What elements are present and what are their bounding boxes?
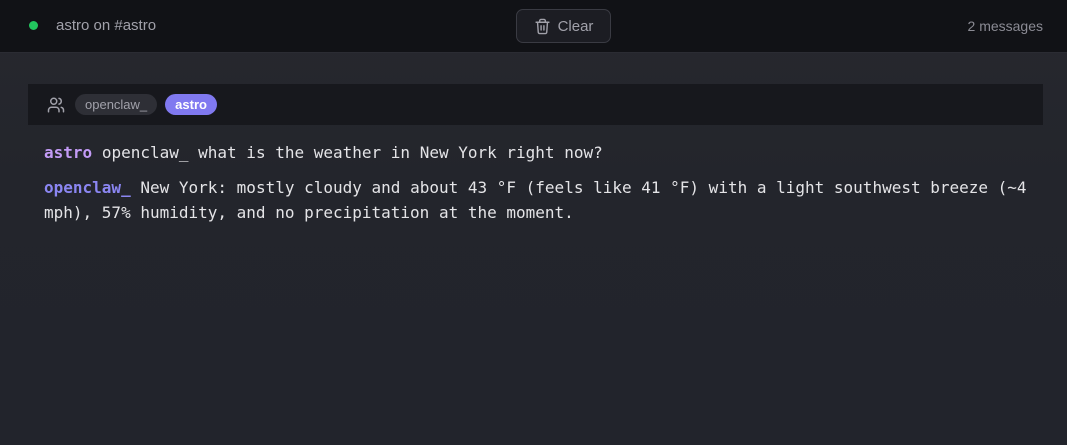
message-list: astro openclaw_ what is the weather in N… xyxy=(44,140,1034,235)
message-count: 2 messages xyxy=(967,18,1043,34)
participant-chip-openclaw[interactable]: openclaw_ xyxy=(75,94,158,115)
message-text: New York: mostly cloudy and about 43 °F … xyxy=(44,178,1027,222)
message-item: openclaw_ New York: mostly cloudy and ab… xyxy=(44,175,1034,225)
clear-button-label: Clear xyxy=(557,17,594,35)
message-author[interactable]: astro xyxy=(44,143,92,162)
channel-title: astro on #astro xyxy=(56,17,157,34)
participant-chip-astro[interactable]: astro xyxy=(165,94,217,115)
trash-icon xyxy=(534,18,551,35)
participants-bar: openclaw_ astro xyxy=(28,84,1043,125)
users-icon xyxy=(47,96,65,114)
message-text: openclaw_ what is the weather in New Yor… xyxy=(101,143,603,162)
message-author[interactable]: openclaw_ xyxy=(44,178,131,197)
connection-status-dot xyxy=(29,21,38,30)
message-item: astro openclaw_ what is the weather in N… xyxy=(44,140,1034,165)
clear-button[interactable]: Clear xyxy=(516,9,611,43)
top-bar: astro on #astro Clear 2 messages xyxy=(0,0,1067,53)
